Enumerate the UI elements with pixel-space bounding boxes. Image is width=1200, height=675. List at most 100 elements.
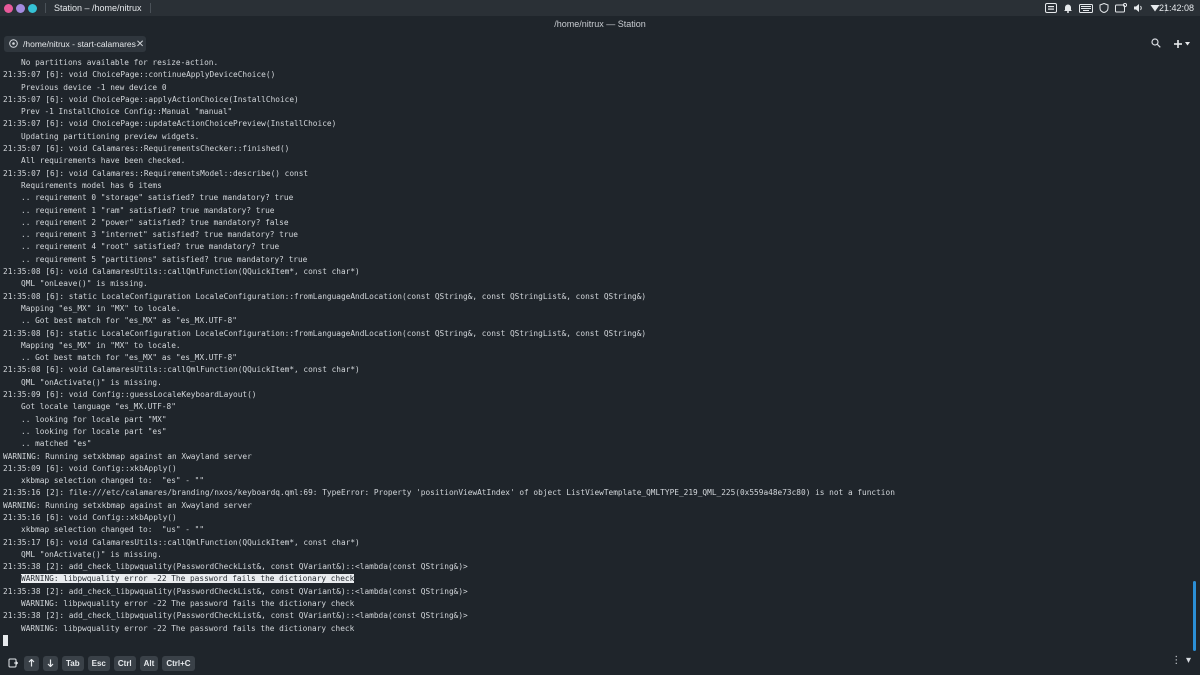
close-window-dot[interactable]	[4, 3, 13, 13]
maximize-window-dot[interactable]	[28, 3, 37, 13]
terminal-line: Prev -1 InstallChoice Config::Manual "ma…	[3, 106, 1200, 118]
arrow-up-icon[interactable]	[24, 655, 39, 671]
terminal-line-text: WARNING: Running setxkbmap against an Xw…	[3, 500, 252, 510]
arrow-down-icon[interactable]	[43, 655, 58, 671]
text-cursor	[3, 635, 8, 647]
shield-icon[interactable]	[1099, 3, 1109, 13]
terminal-line-text: .. requirement 5 "partitions" satisfied?…	[21, 254, 308, 264]
ctrl-key-button[interactable]: Ctrl	[113, 655, 136, 671]
tab-label: /home/nitrux - start-calamares	[23, 39, 136, 49]
terminal-line: .. requirement 2 "power" satisfied? true…	[3, 217, 1200, 229]
terminal-line: Requirements model has 6 items	[3, 180, 1200, 192]
volume-icon[interactable]	[1133, 3, 1144, 13]
terminal-line-text: .. requirement 0 "storage" satisfied? tr…	[21, 193, 294, 203]
terminal-line: .. requirement 1 "ram" satisfied? true m…	[3, 205, 1200, 217]
terminal-line: 21:35:08 [6]: void CalamaresUtils::callQ…	[3, 364, 1200, 376]
bell-icon[interactable]	[1063, 3, 1073, 13]
terminal-line-text: QML "onActivate()" is missing.	[21, 549, 162, 559]
terminal-line: 21:35:17 [6]: void CalamaresUtils::callQ…	[3, 537, 1200, 549]
minimize-window-dot[interactable]	[16, 3, 25, 13]
terminal-line-text: 21:35:08 [6]: void CalamaresUtils::callQ…	[3, 365, 360, 375]
terminal-line: .. looking for locale part "MX"	[3, 414, 1200, 426]
terminal-line: 21:35:09 [6]: void Config::xkbApply()	[3, 463, 1200, 475]
ctrl-c-key-button[interactable]: Ctrl+C	[162, 655, 195, 671]
terminal-line-text: 21:35:17 [6]: void CalamaresUtils::callQ…	[3, 537, 360, 547]
terminal-line-text: 21:35:07 [6]: void Calamares::Requiremen…	[3, 144, 290, 154]
terminal-line-text: .. Got best match for "es_MX" as "es_MX.…	[21, 316, 237, 326]
input-icon[interactable]	[1079, 3, 1093, 13]
panel-separator	[149, 3, 151, 13]
panel-separator	[45, 3, 46, 13]
terminal-line: 21:35:07 [6]: void Calamares::Requiremen…	[3, 168, 1200, 180]
terminal-line: 21:35:07 [6]: void Calamares::Requiremen…	[3, 143, 1200, 155]
terminal-line-text: WARNING: Running setxkbmap against an Xw…	[3, 451, 252, 461]
new-doc-icon[interactable]	[6, 656, 20, 671]
overflow-menu-button[interactable]: ⋮ ▾	[1171, 655, 1192, 666]
shortcut-bar: Tab Esc Ctrl Alt Ctrl+C	[0, 651, 1200, 675]
window-title: /home/nitrux — Station	[0, 16, 1200, 32]
system-tray	[1045, 0, 1160, 16]
alt-key-button[interactable]: Alt	[139, 655, 159, 671]
terminal-line-text: No partitions available for resize-actio…	[21, 58, 219, 67]
terminal-line: WARNING: libpwquality error -22 The pass…	[3, 623, 1200, 635]
terminal-line-text: 21:35:07 [6]: void ChoicePage::applyActi…	[3, 94, 299, 104]
terminal-line: QML "onLeave()" is missing.	[3, 278, 1200, 290]
terminal-line: 21:35:38 [2]: add_check_libpwquality(Pas…	[3, 561, 1200, 573]
terminal-line-text: 21:35:07 [6]: void Calamares::Requiremen…	[3, 168, 309, 178]
terminal-line-text: 21:35:09 [6]: void Config::xkbApply()	[3, 463, 177, 473]
terminal-line: 21:35:09 [6]: void Config::guessLocaleKe…	[3, 389, 1200, 401]
terminal-line: 21:35:07 [6]: void ChoicePage::applyActi…	[3, 94, 1200, 106]
terminal-line-text: Prev -1 InstallChoice Config::Manual "ma…	[21, 107, 233, 117]
terminal-line-text: .. requirement 3 "internet" satisfied? t…	[21, 230, 298, 240]
terminal-line-text: Previous device -1 new device 0	[21, 82, 167, 92]
terminal-line: 21:35:38 [2]: add_check_libpwquality(Pas…	[3, 586, 1200, 598]
terminal-line: .. requirement 4 "root" satisfied? true …	[3, 241, 1200, 253]
tab-key-button[interactable]: Tab	[62, 655, 84, 671]
tab-bar: /home/nitrux - start-calamares ✕	[0, 32, 1200, 56]
terminal-line-text: .. Got best match for "es_MX" as "es_MX.…	[21, 353, 237, 363]
esc-key-button[interactable]: Esc	[87, 655, 110, 671]
terminal-line: .. requirement 5 "partitions" satisfied?…	[3, 254, 1200, 266]
storage-icon[interactable]	[1115, 3, 1127, 13]
scrollbar[interactable]	[1193, 56, 1196, 651]
keyboard-icon[interactable]	[1045, 3, 1057, 13]
terminal-line-text: 21:35:08 [6]: void CalamaresUtils::callQ…	[3, 267, 360, 277]
scrollbar-thumb[interactable]	[1193, 581, 1196, 651]
terminal-line-text: xkbmap selection changed to: "us" - ""	[21, 525, 205, 535]
terminal-line-text: 21:35:16 [2]: file:///etc/calamares/bran…	[3, 488, 895, 498]
tab-terminal[interactable]: /home/nitrux - start-calamares ✕	[4, 36, 146, 52]
terminal-line: QML "onActivate()" is missing.	[3, 377, 1200, 389]
terminal-line: 21:35:38 [2]: add_check_libpwquality(Pas…	[3, 610, 1200, 622]
terminal-line-text: Updating partitioning preview widgets.	[21, 131, 200, 141]
window-controls	[4, 3, 37, 13]
tab-actions	[1151, 36, 1190, 52]
terminal-line-text: 21:35:38 [2]: add_check_libpwquality(Pas…	[3, 562, 468, 572]
terminal-line-text: 21:35:07 [6]: void ChoicePage::continueA…	[3, 70, 276, 80]
terminal-line-text: xkbmap selection changed to: "es" - ""	[21, 476, 205, 486]
active-app-title[interactable]: Station – /home/nitrux	[54, 3, 142, 13]
prompt-line[interactable]	[3, 635, 1200, 647]
terminal-line: No partitions available for resize-actio…	[3, 57, 1200, 69]
terminal-line-text: 21:35:38 [2]: add_check_libpwquality(Pas…	[3, 586, 468, 596]
terminal-line-text: Requirements model has 6 items	[21, 180, 162, 190]
terminal-line-text: .. looking for locale part "es"	[21, 426, 167, 436]
terminal-icon	[9, 38, 18, 50]
terminal-line: 21:35:07 [6]: void ChoicePage::continueA…	[3, 69, 1200, 81]
terminal-line-text: 21:35:09 [6]: void Config::guessLocaleKe…	[3, 390, 257, 400]
close-icon[interactable]: ✕	[136, 39, 144, 50]
terminal-line-text: Got locale language "es_MX.UTF-8"	[21, 402, 176, 412]
terminal-line-text: WARNING: libpwquality error -22 The pass…	[21, 574, 355, 584]
terminal-line: 21:35:08 [6]: static LocaleConfiguration…	[3, 328, 1200, 340]
terminal-line-text: QML "onActivate()" is missing.	[21, 377, 162, 387]
terminal-line: 21:35:16 [2]: file:///etc/calamares/bran…	[3, 487, 1200, 499]
terminal-line: Mapping "es_MX" in "MX" to locale.	[3, 303, 1200, 315]
top-panel: Station – /home/nitrux 21:42:08	[0, 0, 1200, 16]
new-tab-icon[interactable]	[1173, 39, 1190, 49]
terminal-line: .. Got best match for "es_MX" as "es_MX.…	[3, 315, 1200, 327]
clock[interactable]: 21:42:08	[1159, 0, 1194, 16]
terminal-view[interactable]: No partitions available for resize-actio…	[0, 56, 1200, 651]
terminal-line-text: .. looking for locale part "MX"	[21, 414, 167, 424]
search-icon[interactable]	[1151, 35, 1161, 53]
terminal-line: .. Got best match for "es_MX" as "es_MX.…	[3, 352, 1200, 364]
terminal-line: WARNING: libpwquality error -22 The pass…	[3, 598, 1200, 610]
